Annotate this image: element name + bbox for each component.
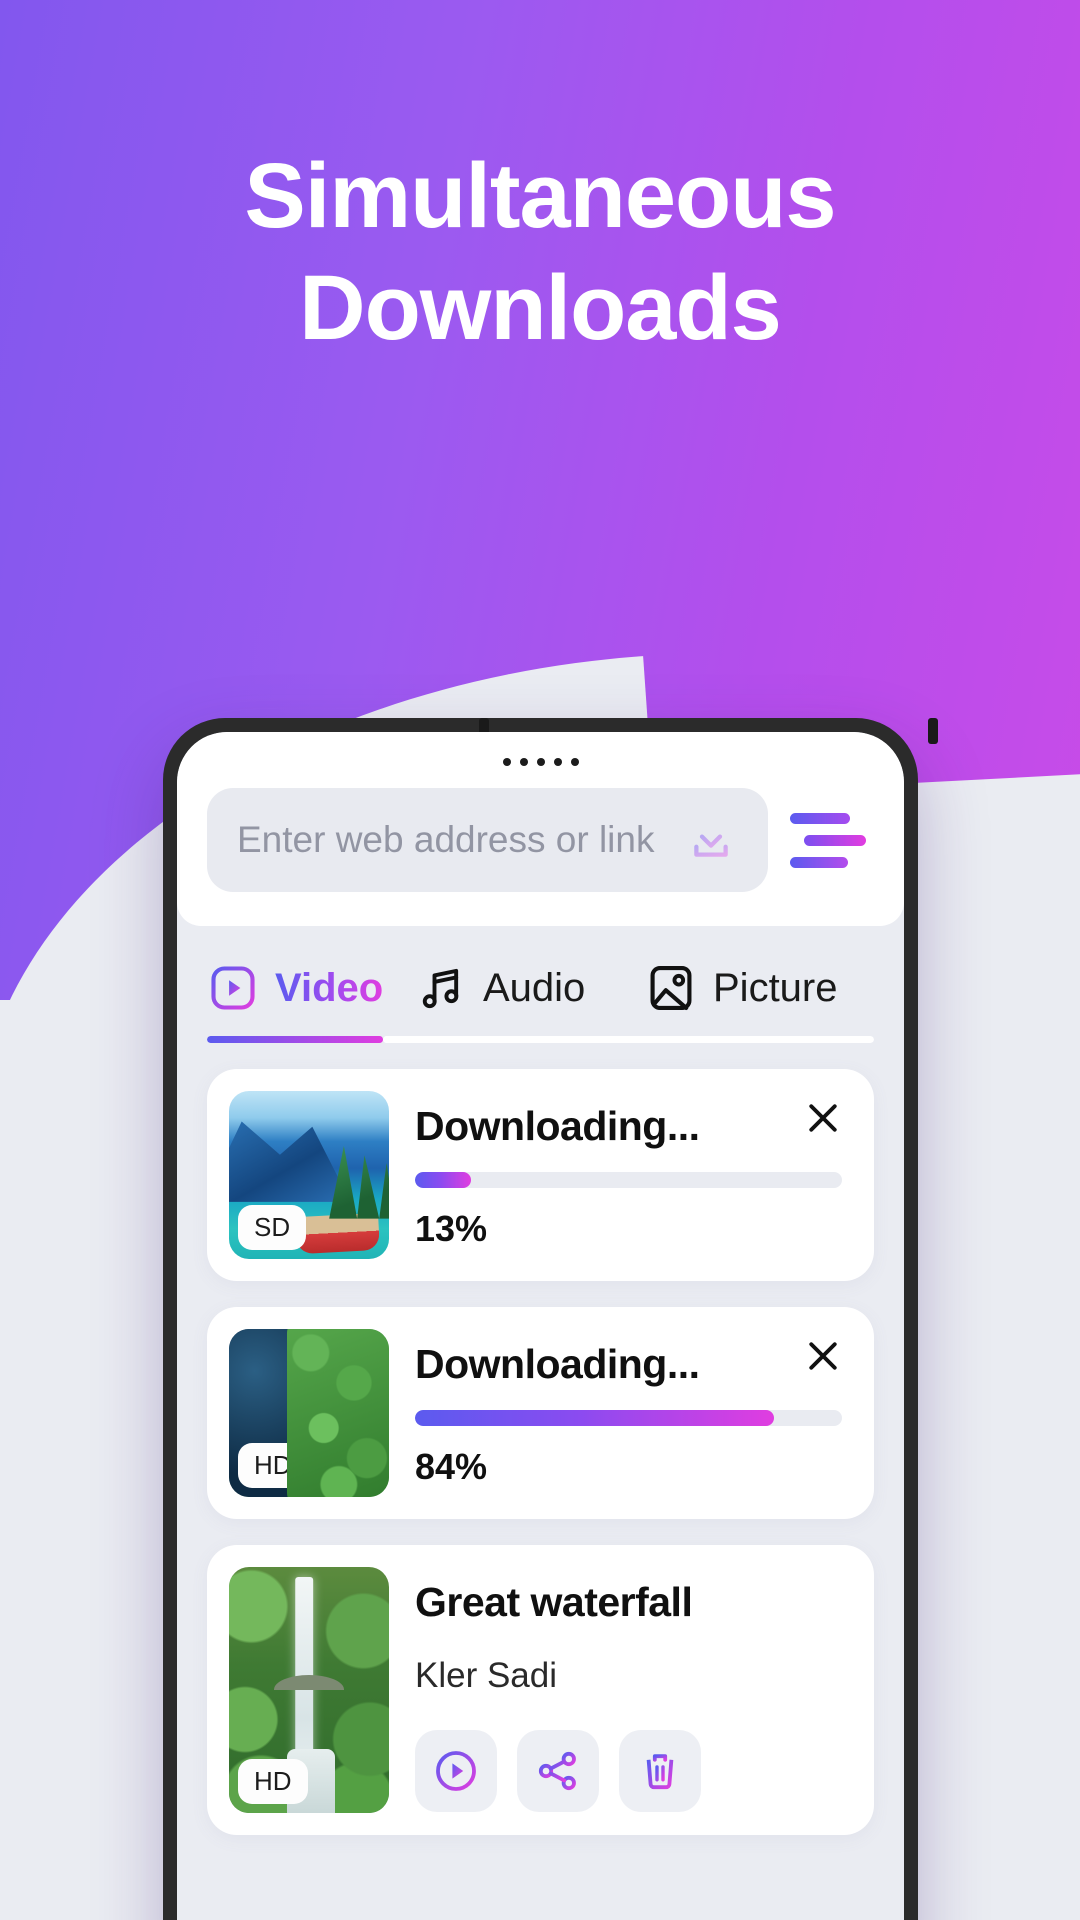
hero-headline-line-1: Simultaneous xyxy=(244,145,836,247)
downloads-list: SD Downloading... 13% HD Downloading... … xyxy=(177,1043,904,1835)
progress-bar xyxy=(415,1410,842,1426)
video-play-box-icon xyxy=(211,966,255,1010)
download-title: Great waterfall xyxy=(415,1579,693,1625)
trash-bin-icon xyxy=(642,1754,678,1790)
quality-badge: SD xyxy=(238,1205,307,1250)
tab-bar: Video Audio Picture xyxy=(177,926,904,1043)
tab-video[interactable]: Video xyxy=(207,962,415,1014)
thumbnail-canoe xyxy=(295,1213,381,1255)
tab-video-label: Video xyxy=(275,965,384,1010)
download-author: Kler Sadi xyxy=(415,1656,558,1695)
status-dot xyxy=(553,758,562,766)
menu-line-3 xyxy=(790,856,848,868)
download-card[interactable]: HD Great waterfall Kler Sadi xyxy=(207,1545,874,1835)
hero-headline-line-2: Downloads xyxy=(299,257,782,360)
hero-headline: Simultaneous Downloads xyxy=(0,140,1080,364)
progress-fill xyxy=(415,1172,471,1188)
phone-screen: Enter web address or link Video Audio Pi… xyxy=(177,732,904,1920)
download-thumbnail: HD xyxy=(229,1329,389,1497)
menu-line-2 xyxy=(804,834,866,846)
download-card[interactable]: HD Downloading... 84% xyxy=(207,1307,874,1519)
image-photo-icon xyxy=(650,966,692,1010)
progress-percent: 84% xyxy=(415,1446,488,1487)
cancel-download-button[interactable] xyxy=(800,1333,846,1379)
quality-badge: HD xyxy=(238,1443,308,1488)
tab-underline xyxy=(207,1036,874,1043)
tab-audio[interactable]: Audio xyxy=(415,962,645,1014)
quality-badge: HD xyxy=(238,1759,308,1804)
download-title: Downloading... xyxy=(415,1341,700,1387)
status-dot xyxy=(519,758,528,766)
app-header: Enter web address or link xyxy=(177,732,904,926)
music-note-icon xyxy=(422,968,459,1009)
download-thumbnail: SD xyxy=(229,1091,389,1259)
cancel-download-button[interactable] xyxy=(800,1095,846,1141)
phone-mockup: Enter web address or link Video Audio Pi… xyxy=(163,718,938,1920)
share-button[interactable] xyxy=(517,1730,599,1812)
search-input[interactable]: Enter web address or link xyxy=(207,788,768,892)
download-card-body: Downloading... 84% xyxy=(415,1329,852,1497)
download-card[interactable]: SD Downloading... 13% xyxy=(207,1069,874,1281)
progress-fill xyxy=(415,1410,774,1426)
progress-percent: 13% xyxy=(415,1208,488,1249)
download-icon[interactable] xyxy=(684,813,738,867)
download-title: Downloading... xyxy=(415,1103,700,1149)
download-card-body: Great waterfall Kler Sadi xyxy=(415,1567,852,1813)
search-placeholder-text: Enter web address or link xyxy=(237,819,655,860)
play-button[interactable] xyxy=(415,1730,497,1812)
close-x-icon xyxy=(809,1104,837,1132)
play-circle-icon xyxy=(436,1751,476,1791)
download-card-body: Downloading... 13% xyxy=(415,1091,852,1259)
hamburger-menu-icon[interactable] xyxy=(782,794,874,886)
tab-picture[interactable]: Picture xyxy=(645,962,838,1014)
phone-bezel-button-right xyxy=(928,718,938,744)
download-thumbnail: HD xyxy=(229,1567,389,1813)
tab-picture-label: Picture xyxy=(713,965,838,1010)
download-actions xyxy=(415,1730,842,1812)
tab-underline-rest xyxy=(383,1036,874,1043)
status-dot xyxy=(570,758,579,766)
thumbnail-bridge xyxy=(273,1675,345,1690)
progress-bar xyxy=(415,1172,842,1188)
status-dot xyxy=(536,758,545,766)
tab-underline-active xyxy=(207,1036,383,1043)
status-dot xyxy=(502,758,511,766)
tab-audio-label: Audio xyxy=(483,965,586,1010)
delete-button[interactable] xyxy=(619,1730,701,1812)
search-row: Enter web address or link xyxy=(207,788,874,892)
status-dots-indicator xyxy=(207,758,874,766)
share-nodes-icon xyxy=(538,1751,576,1791)
menu-line-1 xyxy=(790,812,850,824)
close-x-icon xyxy=(809,1342,837,1370)
